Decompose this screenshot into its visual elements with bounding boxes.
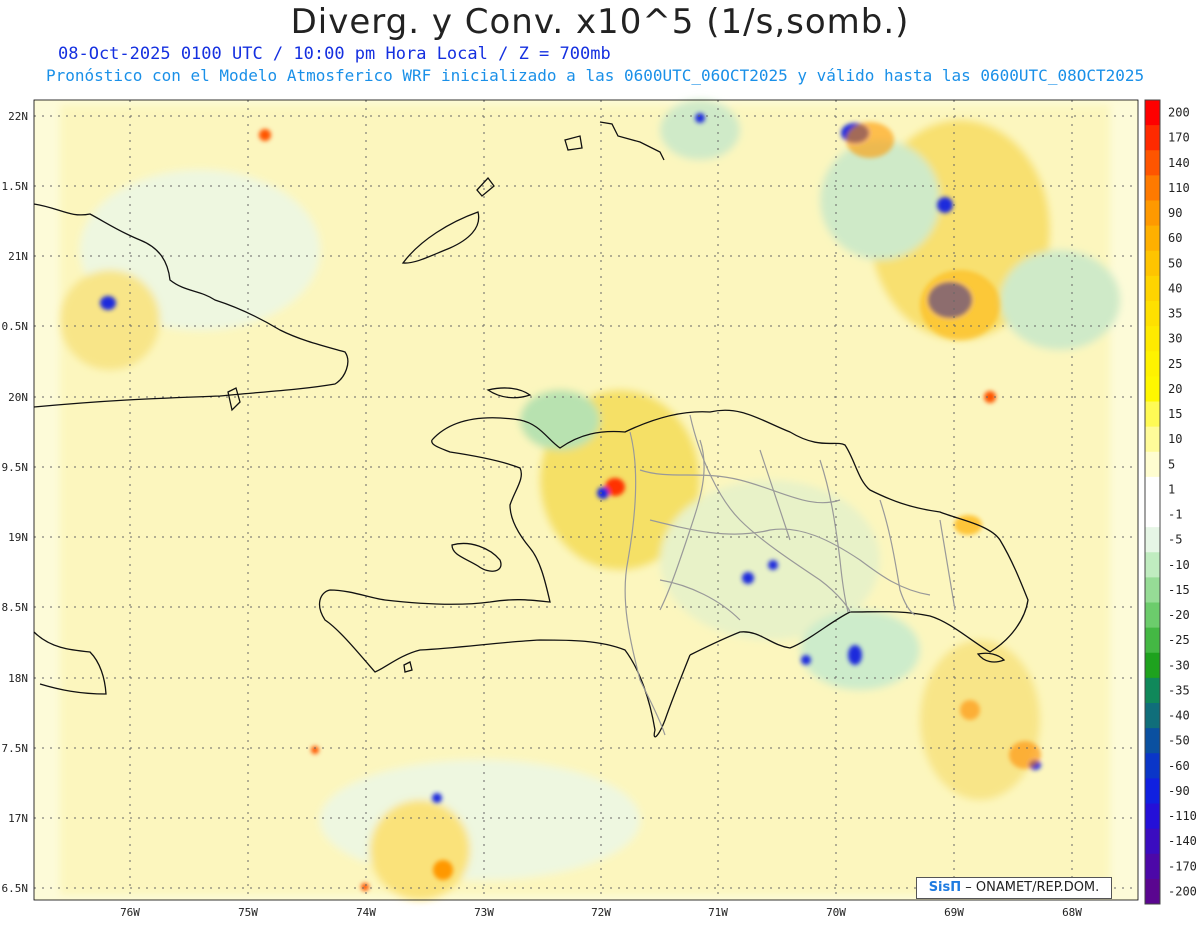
colorbar-swatch xyxy=(1145,728,1160,754)
colorbar-label: -90 xyxy=(1168,784,1190,798)
colorbar-swatch xyxy=(1145,602,1160,629)
lat-label: 17N xyxy=(8,812,28,825)
colorbar-label: -40 xyxy=(1168,709,1190,723)
colorbar-swatch xyxy=(1145,527,1160,553)
colorbar-swatch xyxy=(1145,803,1160,830)
lon-label: 76W xyxy=(120,906,140,919)
field-shading xyxy=(60,100,1120,900)
lon-label: 71W xyxy=(708,906,728,919)
colorbar-label: 110 xyxy=(1168,181,1190,195)
credit-box: SisΠ – ONAMET/REP.DOM. xyxy=(916,877,1112,899)
colorbar-swatch xyxy=(1145,451,1160,478)
lat-label: 6.5N xyxy=(2,882,29,895)
colorbar-label: -200 xyxy=(1168,884,1197,898)
longitude-labels: 76W 75W 74W 73W 72W 71W 70W 69W 68W xyxy=(120,906,1082,919)
lat-label: 18N xyxy=(8,672,28,685)
colorbar-label: 40 xyxy=(1168,281,1182,295)
colorbar-swatch xyxy=(1145,275,1160,302)
colorbar-swatch xyxy=(1145,175,1160,201)
colorbar-swatch xyxy=(1145,426,1160,453)
colorbar-label: 1 xyxy=(1168,482,1175,496)
colorbar-label: 15 xyxy=(1168,407,1182,421)
colorbar-swatch xyxy=(1145,351,1160,377)
colorbar-swatch xyxy=(1145,652,1160,679)
colorbar-swatch xyxy=(1145,677,1160,704)
lat-label: 8.5N xyxy=(2,601,29,614)
colorbar-swatch xyxy=(1145,225,1160,252)
colorbar-swatch xyxy=(1145,125,1160,151)
colorbar-swatch xyxy=(1145,778,1160,804)
colorbar-swatch xyxy=(1145,703,1160,729)
colorbar-swatch xyxy=(1145,476,1160,503)
lat-label: 7.5N xyxy=(2,742,29,755)
colorbar-label: -1 xyxy=(1168,508,1182,522)
lat-label: 21N xyxy=(8,250,28,263)
colorbar-swatch xyxy=(1145,753,1160,779)
credit-text: – ONAMET/REP.DOM. xyxy=(965,880,1100,895)
colorbar-label: -110 xyxy=(1168,809,1197,823)
lat-label: 22N xyxy=(8,110,28,123)
colorbar-swatch xyxy=(1145,150,1160,176)
lon-label: 70W xyxy=(826,906,846,919)
colorbar-label: 30 xyxy=(1168,332,1182,346)
colorbar-label: 90 xyxy=(1168,206,1182,220)
colorbar-label: -140 xyxy=(1168,834,1197,848)
colorbar-swatch xyxy=(1145,376,1160,402)
divergence-map: 22N 1.5N 21N 0.5N 20N 9.5N 19N 8.5N 18N … xyxy=(2,99,1197,919)
lon-label: 75W xyxy=(238,906,258,919)
colorbar-label: 50 xyxy=(1168,256,1182,270)
sisp-logo: SisΠ xyxy=(928,880,962,895)
colorbar-label: 20 xyxy=(1168,382,1182,396)
colorbar: 200 170 140 110 90 60 50 40 35 30 25 20 15 10 5 1 -1 -5 -1… xyxy=(1144,99,1197,905)
colorbar-label: 5 xyxy=(1168,457,1175,471)
colorbar-swatch xyxy=(1145,326,1160,352)
colorbar-swatch xyxy=(1145,250,1160,277)
colorbar-label: -35 xyxy=(1168,683,1190,697)
colorbar-label: -170 xyxy=(1168,859,1197,873)
lon-label: 69W xyxy=(944,906,964,919)
colorbar-swatch xyxy=(1145,200,1160,227)
colorbar-swatch xyxy=(1145,828,1160,855)
colorbar-swatch xyxy=(1145,100,1160,126)
colorbar-label: 170 xyxy=(1168,131,1190,145)
colorbar-label: -5 xyxy=(1168,533,1182,547)
colorbar-swatch xyxy=(1145,627,1160,654)
colorbar-label: -20 xyxy=(1168,608,1190,622)
colorbar-swatch xyxy=(1145,853,1160,880)
colorbar-label: -15 xyxy=(1168,583,1190,597)
lat-label: 19N xyxy=(8,531,28,544)
colorbar-swatch xyxy=(1145,301,1160,327)
colorbar-label: 25 xyxy=(1168,357,1182,371)
colorbar-label: -50 xyxy=(1168,734,1190,748)
colorbar-swatch xyxy=(1145,577,1160,603)
colorbar-swatch xyxy=(1145,552,1160,578)
lon-label: 72W xyxy=(591,906,611,919)
lon-label: 73W xyxy=(474,906,494,919)
colorbar-swatch xyxy=(1145,878,1160,905)
colorbar-label: -10 xyxy=(1168,558,1190,572)
colorbar-label: 60 xyxy=(1168,231,1182,245)
latitude-labels: 22N 1.5N 21N 0.5N 20N 9.5N 19N 8.5N 18N … xyxy=(2,110,29,895)
colorbar-label: 35 xyxy=(1168,307,1182,321)
lat-label: 9.5N xyxy=(2,461,29,474)
lat-label: 1.5N xyxy=(2,180,29,193)
colorbar-label: -30 xyxy=(1168,658,1190,672)
colorbar-label: 140 xyxy=(1168,156,1190,170)
colorbar-swatch xyxy=(1145,502,1160,528)
lon-label: 68W xyxy=(1062,906,1082,919)
colorbar-label: -60 xyxy=(1168,759,1190,773)
colorbar-label: 10 xyxy=(1168,432,1182,446)
colorbar-label: 200 xyxy=(1168,106,1190,120)
lat-label: 0.5N xyxy=(2,320,29,333)
lon-label: 74W xyxy=(356,906,376,919)
colorbar-label: -25 xyxy=(1168,633,1190,647)
lat-label: 20N xyxy=(8,391,28,404)
colorbar-swatch xyxy=(1145,401,1160,428)
